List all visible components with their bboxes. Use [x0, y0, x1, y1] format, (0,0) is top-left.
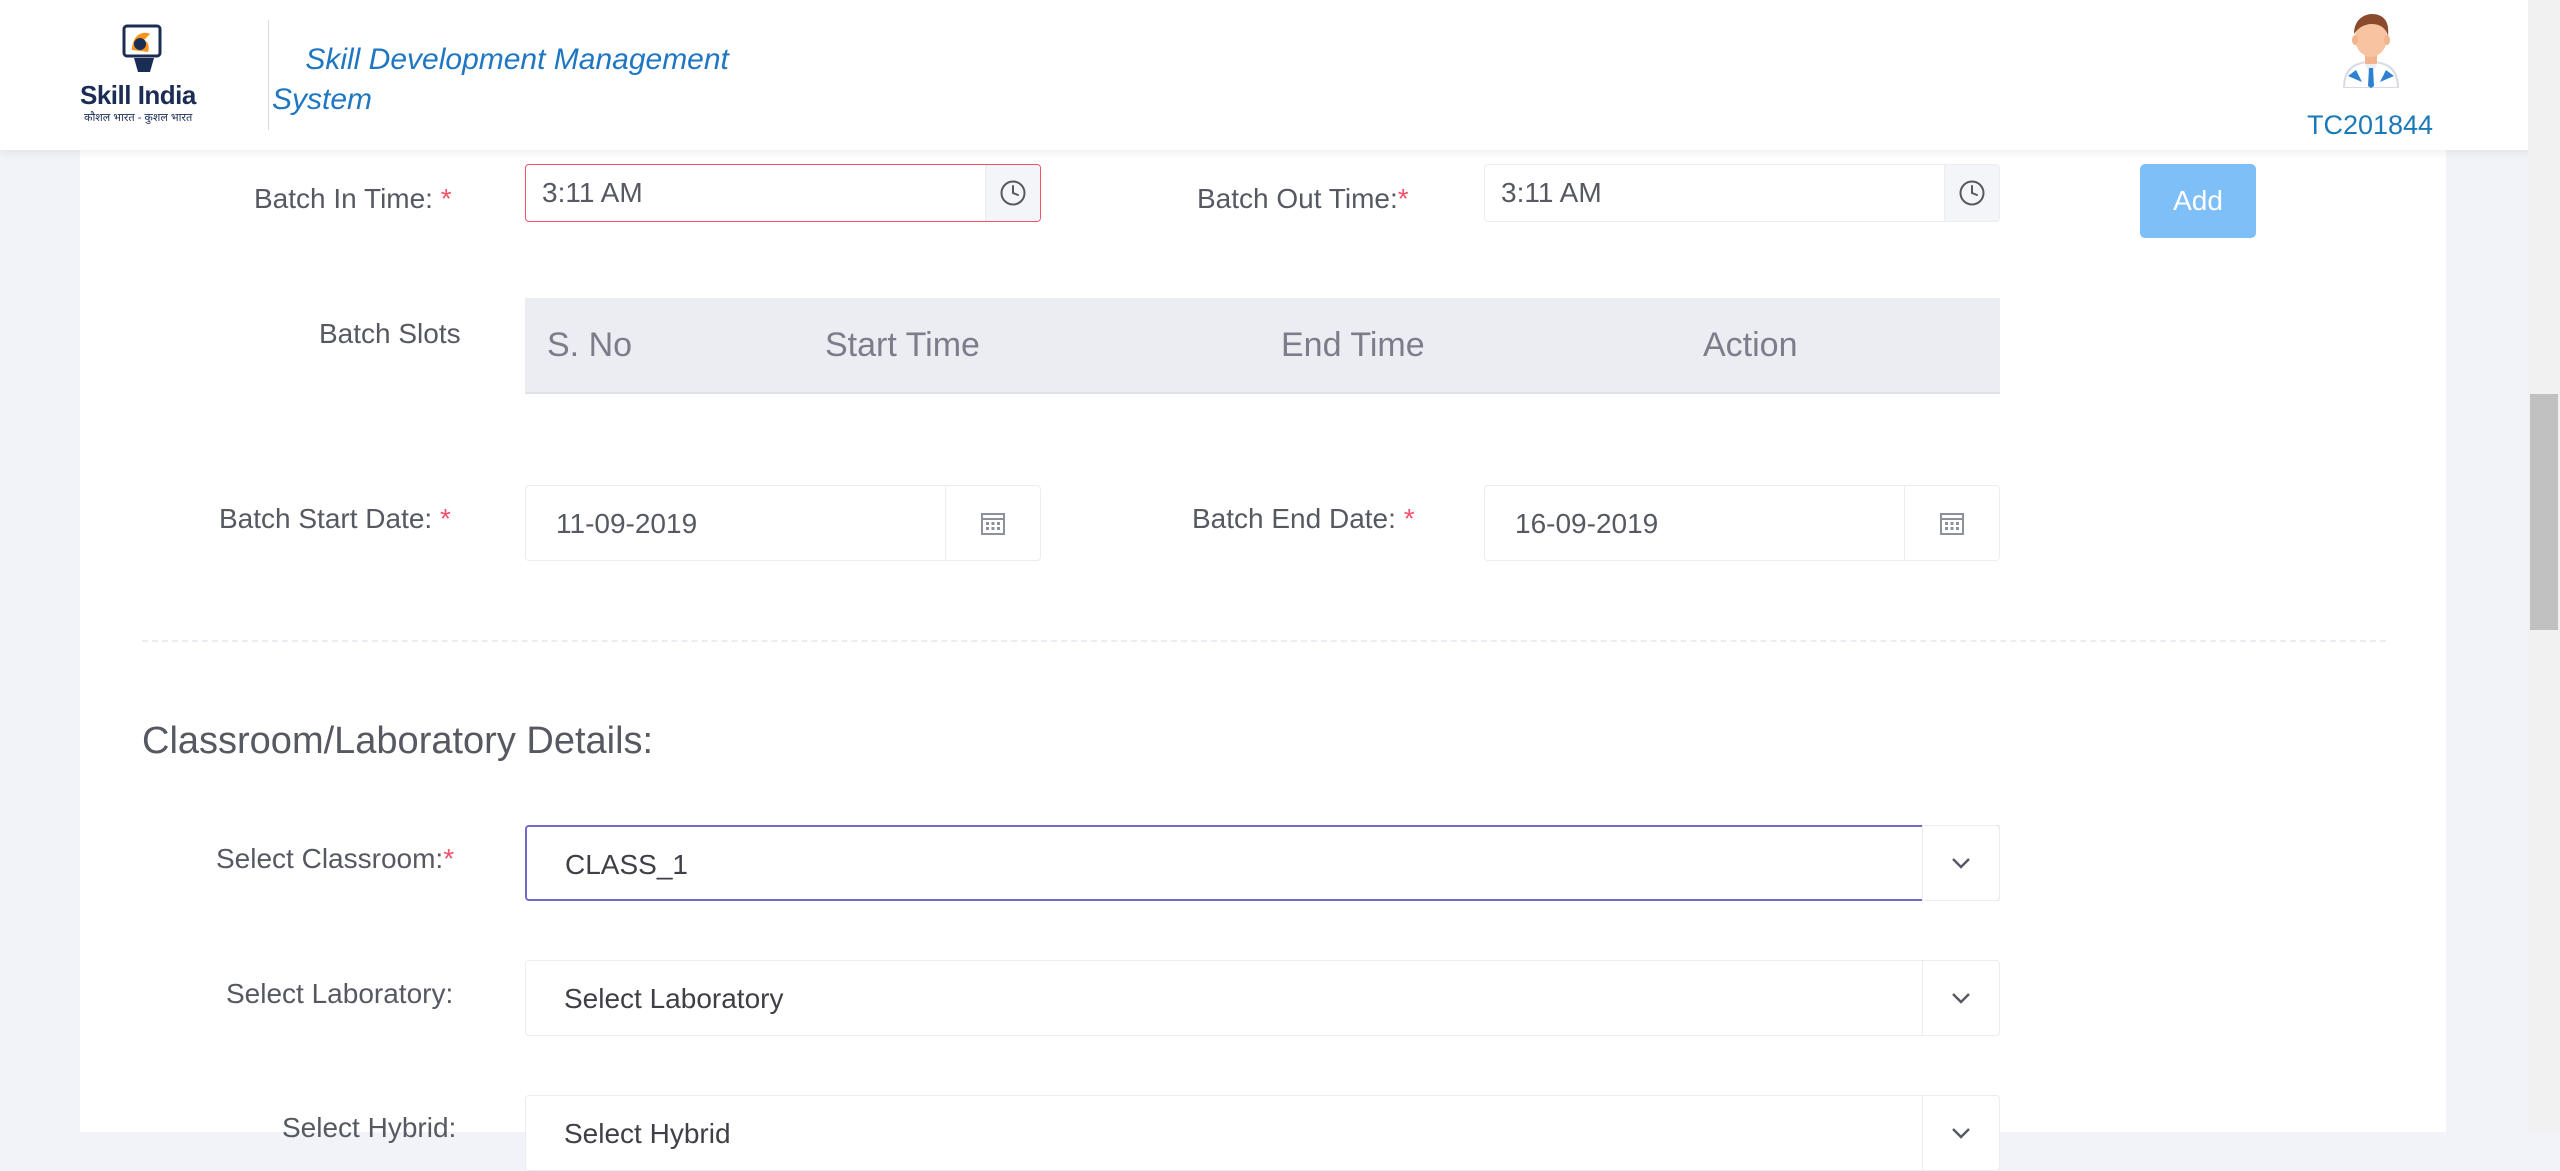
required-mark: * — [1397, 183, 1409, 214]
batch-start-date-label: Batch Start Date: * — [219, 503, 451, 535]
batch-in-time-value: 3:11 AM — [542, 177, 643, 208]
clock-icon — [1959, 180, 1985, 206]
classroom-select-toggle[interactable] — [1922, 825, 2000, 901]
required-mark: * — [443, 843, 455, 874]
batch-in-time-picker[interactable] — [985, 165, 1040, 221]
logo-emblem-icon — [122, 24, 162, 72]
user-avatar[interactable] — [2336, 10, 2406, 89]
batch-start-date-input[interactable]: 11-09-2019 — [525, 485, 1041, 561]
user-avatar-icon — [2342, 14, 2400, 89]
logo-text: Skill India — [80, 80, 196, 110]
batch-in-time-label-text: Batch In Time: — [254, 183, 441, 214]
batch-end-date-picker[interactable] — [1904, 486, 1999, 560]
batch-out-time-picker[interactable] — [1944, 165, 1999, 221]
logo-tagline: कौशल भारत - कुशल भारत — [84, 112, 193, 124]
chevron-down-icon — [1952, 858, 1970, 869]
classroom-select-value: CLASS_1 — [565, 849, 688, 880]
chevron-down-icon — [1952, 993, 1970, 1004]
hybrid-select-value: Select Hybrid — [564, 1118, 731, 1149]
batch-end-date-value: 16-09-2019 — [1515, 508, 1659, 539]
select-classroom-label-text: Select Classroom: — [216, 843, 444, 874]
batch-out-time-label: Batch Out Time:* — [1197, 183, 1409, 215]
batch-start-date-value: 11-09-2019 — [556, 508, 698, 539]
required-mark: * — [440, 183, 452, 214]
clock-icon — [1000, 180, 1026, 206]
section-divider — [142, 640, 2386, 642]
laboratory-select-value: Select Laboratory — [564, 983, 784, 1014]
batch-out-time-value: 3:11 AM — [1501, 177, 1602, 208]
batch-out-time-label-text: Batch Out Time: — [1197, 183, 1398, 214]
hybrid-select-toggle[interactable] — [1922, 1095, 2000, 1171]
column-header-start-time: Start Time — [825, 326, 980, 364]
batch-end-date-label: Batch End Date: * — [1192, 503, 1415, 535]
app-header: Skill India कौशल भारत - कुशल भारत Skill … — [0, 0, 2560, 150]
laboratory-select-toggle[interactable] — [1922, 960, 2000, 1036]
skill-india-logo[interactable]: Skill India कौशल भारत - कुशल भारत — [78, 22, 210, 128]
app-title: Skill Development Management System — [272, 40, 772, 120]
laboratory-select[interactable]: Select Laboratory — [525, 960, 2000, 1036]
batch-slots-table-header: S. No Start Time End Time Action — [525, 298, 2000, 394]
select-classroom-label: Select Classroom:* — [216, 843, 454, 875]
batch-end-date-label-text: Batch End Date: — [1192, 503, 1404, 534]
batch-slots-label: Batch Slots — [319, 318, 461, 349]
batch-start-date-label-text: Batch Start Date: — [219, 503, 440, 534]
column-header-end-time: End Time — [1281, 326, 1425, 364]
calendar-icon — [981, 513, 1005, 535]
batch-form-card: Batch In Time: * 3:11 AM Batch Out Time:… — [80, 150, 2446, 1171]
add-slot-button[interactable]: Add — [2140, 164, 2256, 238]
batch-in-time-input[interactable]: 3:11 AM — [525, 164, 1041, 222]
column-header-action: Action — [1703, 326, 1798, 364]
batch-out-time-input[interactable]: 3:11 AM — [1484, 164, 2000, 222]
hybrid-select[interactable]: Select Hybrid — [525, 1095, 2000, 1171]
column-header-sno: S. No — [547, 326, 633, 364]
classroom-section-title: Classroom/Laboratory Details: — [142, 720, 654, 762]
required-mark: * — [440, 503, 451, 534]
batch-end-date-input[interactable]: 16-09-2019 — [1484, 485, 2000, 561]
batch-start-date-picker[interactable] — [945, 486, 1040, 560]
select-laboratory-label: Select Laboratory: — [226, 978, 454, 1009]
chevron-down-icon — [1952, 1128, 1970, 1139]
scrollbar-thumb[interactable] — [2530, 394, 2558, 630]
select-hybrid-label: Select Hybrid: — [282, 1112, 457, 1143]
app-title-text: Skill Development Management System — [272, 43, 729, 116]
batch-in-time-label: Batch In Time: * — [254, 183, 452, 215]
calendar-icon — [1940, 513, 1964, 535]
classroom-select[interactable]: CLASS_1 — [525, 825, 2000, 901]
required-mark: * — [1403, 503, 1415, 534]
user-id[interactable]: TC201844 — [2260, 110, 2480, 141]
header-divider — [268, 20, 269, 130]
